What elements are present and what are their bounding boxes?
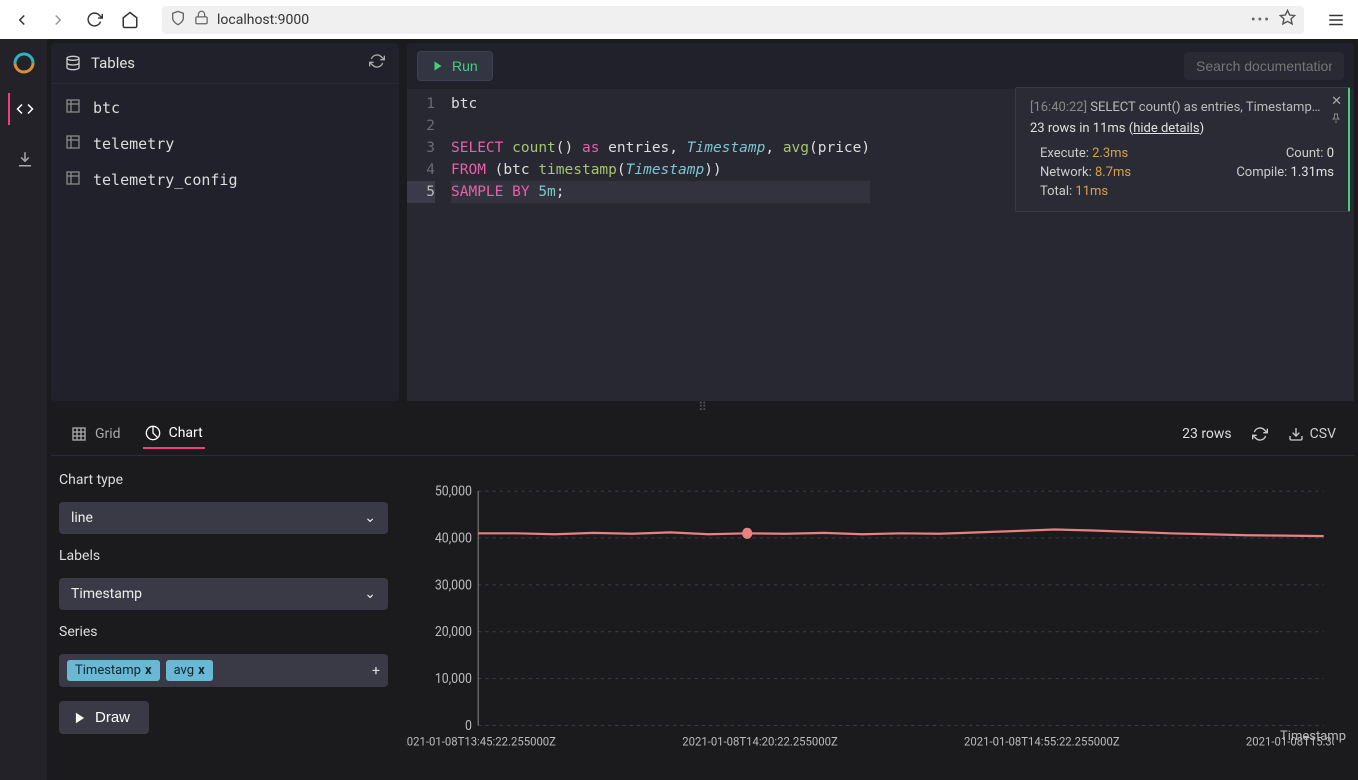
hide-details-link[interactable]: hide details: [1133, 121, 1199, 136]
back-button[interactable]: [8, 6, 36, 34]
play-icon: [73, 711, 87, 725]
rail-import-button[interactable]: [8, 143, 40, 175]
notif-timestamp: [16:40:22]: [1030, 100, 1087, 115]
chart-type-select[interactable]: line⌄: [59, 502, 388, 534]
series-chip[interactable]: Timestamp x: [67, 660, 160, 681]
svg-text:40,000: 40,000: [435, 531, 472, 547]
shield-icon: [170, 10, 186, 30]
left-rail: [0, 39, 47, 780]
series-chips[interactable]: Timestamp x avg x +: [59, 654, 388, 687]
bookmark-icon[interactable]: [1279, 9, 1296, 30]
svg-text:20,000: 20,000: [435, 625, 472, 641]
tab-chart-label: Chart: [169, 425, 203, 441]
browser-toolbar: localhost:9000 •••: [0, 0, 1358, 39]
rows-count: 23 rows: [1182, 426, 1232, 442]
svg-text:30,000: 30,000: [435, 578, 472, 594]
chart-icon: [145, 425, 161, 441]
app-logo: [12, 51, 36, 75]
series-label: Series: [59, 624, 388, 640]
series-chip[interactable]: avg x: [166, 660, 213, 681]
grid-icon: [71, 426, 87, 442]
x-axis-label: Timestamp: [1280, 729, 1346, 744]
table-icon: [65, 134, 81, 154]
tables-sidebar: Tables btctelemetrytelemetry_config: [51, 43, 399, 401]
reload-button[interactable]: [80, 6, 108, 34]
sidebar-title-text: Tables: [91, 54, 135, 72]
query-result-notification: ✕ [16:40:22] SELECT count() as entries, …: [1015, 87, 1350, 212]
url-text: localhost:9000: [217, 12, 1243, 28]
run-button-label: Run: [452, 58, 478, 74]
chevron-down-icon: ⌄: [364, 510, 376, 526]
run-button[interactable]: Run: [417, 51, 493, 81]
tab-chart[interactable]: Chart: [143, 419, 205, 449]
editor-pane: Run 12345 btc SELECT count() as entries,…: [407, 43, 1354, 401]
table-icon: [65, 98, 81, 118]
svg-text:10,000: 10,000: [435, 672, 472, 688]
table-item[interactable]: telemetry: [51, 126, 399, 162]
address-bar[interactable]: localhost:9000 •••: [162, 6, 1304, 34]
chart-controls: Chart type line⌄ Labels Timestamp⌄ Serie…: [51, 456, 396, 780]
svg-text:0: 0: [465, 718, 472, 734]
line-chart: 0 10,000 20,000 30,000 40,000 50,000 2021-01-0…: [406, 480, 1334, 770]
home-button[interactable]: [116, 6, 144, 34]
remove-chip-icon[interactable]: x: [198, 663, 205, 678]
svg-text:50,000: 50,000: [435, 484, 472, 500]
close-icon[interactable]: ✕: [1331, 94, 1342, 109]
database-icon: [65, 55, 81, 71]
notif-query: SELECT count() as entries, Timestamp…: [1090, 100, 1320, 115]
pin-icon[interactable]: [1330, 112, 1342, 128]
menu-button[interactable]: [1322, 6, 1350, 34]
table-item[interactable]: btc: [51, 90, 399, 126]
download-icon: [1288, 426, 1304, 442]
lock-icon: [194, 10, 209, 29]
svg-text:2021-01-08T14:20:22.255000Z: 2021-01-08T14:20:22.255000Z: [682, 734, 838, 749]
tab-grid[interactable]: Grid: [69, 420, 123, 448]
export-csv-button[interactable]: CSV: [1288, 426, 1336, 442]
chart-type-label: Chart type: [59, 472, 388, 488]
tab-grid-label: Grid: [95, 426, 121, 442]
rail-console-button[interactable]: [8, 93, 40, 125]
forward-button[interactable]: [44, 6, 72, 34]
refresh-results-button[interactable]: [1252, 426, 1268, 442]
labels-select[interactable]: Timestamp⌄: [59, 578, 388, 610]
table-icon: [65, 170, 81, 190]
table-item[interactable]: telemetry_config: [51, 162, 399, 198]
add-series-button[interactable]: +: [372, 663, 380, 679]
svg-text:2021-01-08T14:55:22.255000Z: 2021-01-08T14:55:22.255000Z: [964, 734, 1120, 749]
remove-chip-icon[interactable]: x: [145, 663, 152, 678]
draw-label: Draw: [95, 709, 130, 726]
svg-text:2021-01-08T13:45:22.255000Z: 2021-01-08T13:45:22.255000Z: [406, 734, 556, 749]
chevron-down-icon: ⌄: [364, 586, 376, 602]
sidebar-title: Tables: [65, 54, 369, 72]
horizontal-resize-handle[interactable]: ⠿: [47, 401, 1358, 413]
draw-button[interactable]: Draw: [59, 701, 149, 734]
refresh-tables-button[interactable]: [369, 53, 385, 73]
notif-summary: 23 rows in 11ms (hide details): [1030, 121, 1334, 136]
labels-label: Labels: [59, 548, 388, 564]
page-actions-icon[interactable]: •••: [1251, 12, 1271, 28]
search-docs-input[interactable]: [1184, 52, 1344, 80]
play-icon: [432, 60, 444, 72]
csv-label: CSV: [1310, 426, 1336, 442]
chart-area: 0 10,000 20,000 30,000 40,000 50,000 2021-01-0…: [396, 456, 1354, 780]
